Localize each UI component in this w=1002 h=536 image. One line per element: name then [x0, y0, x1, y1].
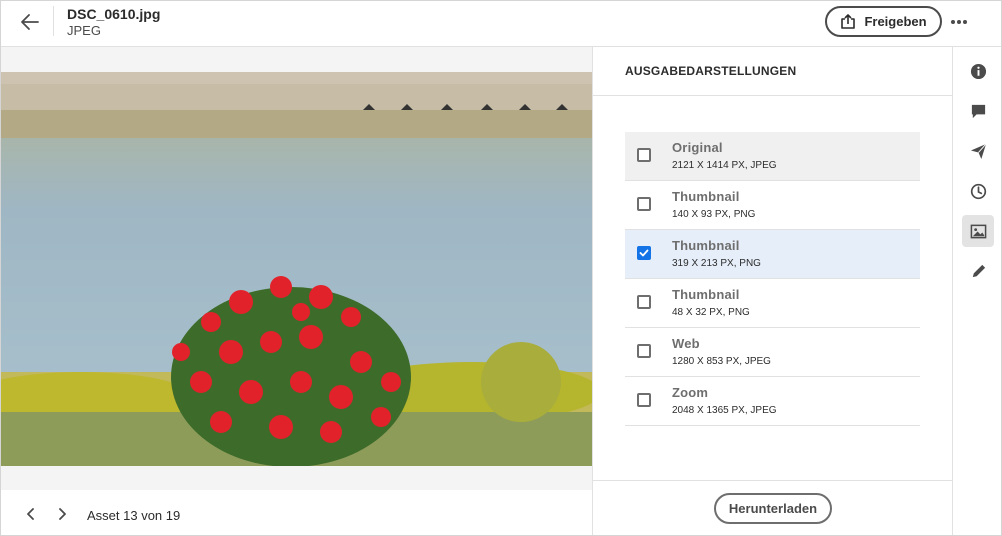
- panel-title: AUSGABEDARSTELLUNGEN: [625, 64, 797, 78]
- share-button[interactable]: Freigeben: [825, 6, 942, 37]
- back-button[interactable]: [13, 7, 47, 37]
- checkmark-icon: [639, 249, 649, 257]
- rendition-row[interactable]: Original 2121 X 1414 PX, JPEG: [625, 132, 920, 181]
- asset-preview: [1, 47, 592, 490]
- rendition-checkbox[interactable]: [637, 148, 651, 162]
- rendition-name: Web: [672, 336, 700, 351]
- asset-image[interactable]: [1, 72, 592, 466]
- file-name: DSC_0610.jpg: [67, 6, 161, 22]
- share-icon: [841, 13, 856, 29]
- next-asset-button[interactable]: [52, 504, 72, 524]
- arrow-left-icon: [21, 14, 39, 30]
- rail-edit-button[interactable]: [962, 255, 994, 287]
- renditions-image-icon: [970, 224, 986, 238]
- rendition-name: Thumbnail: [672, 238, 740, 253]
- rendition-row[interactable]: Thumbnail 319 X 213 PX, PNG: [625, 230, 920, 279]
- rendition-checkbox[interactable]: [637, 295, 651, 309]
- rendition-name: Thumbnail: [672, 189, 740, 204]
- rendition-checkbox[interactable]: [637, 344, 651, 358]
- rail-send-button[interactable]: [962, 135, 994, 167]
- rail-history-button[interactable]: [962, 175, 994, 207]
- asset-counter: Asset 13 von 19: [87, 508, 181, 523]
- header-divider: [53, 6, 54, 36]
- rendition-details: 2048 X 1365 PX, JPEG: [672, 405, 777, 416]
- edit-pencil-icon: [972, 264, 985, 277]
- rail-info-button[interactable]: [962, 55, 994, 87]
- download-button[interactable]: Herunterladen: [714, 493, 832, 524]
- panel-divider: [592, 47, 593, 535]
- previous-asset-button[interactable]: [21, 504, 41, 524]
- header-bar: DSC_0610.jpg JPEG Freigeben: [1, 1, 1001, 47]
- rendition-checkbox[interactable]: [637, 246, 651, 260]
- rendition-details: 48 X 32 PX, PNG: [672, 307, 750, 318]
- rendition-details: 1280 X 853 PX, JPEG: [672, 356, 771, 367]
- file-type: JPEG: [67, 23, 101, 38]
- rendition-details: 140 X 93 PX, PNG: [672, 209, 756, 220]
- rendition-checkbox[interactable]: [637, 197, 651, 211]
- asset-navigation: Asset 13 von 19: [1, 490, 592, 535]
- rendition-row[interactable]: Web 1280 X 853 PX, JPEG: [625, 328, 920, 377]
- panel-title-divider: [593, 95, 952, 96]
- chevron-left-icon: [27, 508, 34, 520]
- rendition-details: 319 X 213 PX, PNG: [672, 258, 761, 269]
- info-icon: [970, 63, 986, 79]
- rendition-row[interactable]: Thumbnail 140 X 93 PX, PNG: [625, 181, 920, 230]
- rendition-name: Thumbnail: [672, 287, 740, 302]
- share-label: Freigeben: [864, 14, 927, 29]
- rail-comments-button[interactable]: [962, 95, 994, 127]
- rail-renditions-button[interactable]: [962, 215, 994, 247]
- comment-icon: [971, 104, 985, 118]
- more-horizontal-icon: [951, 20, 967, 24]
- more-actions-button[interactable]: [945, 11, 973, 33]
- rail-divider: [952, 47, 953, 535]
- rendition-details: 2121 X 1414 PX, JPEG: [672, 160, 777, 171]
- chevron-right-icon: [59, 508, 66, 520]
- rendition-name: Zoom: [672, 385, 709, 400]
- renditions-list: Original 2121 X 1414 PX, JPEG Thumbnail …: [625, 132, 920, 426]
- panel-footer-divider: [593, 480, 952, 481]
- rendition-checkbox[interactable]: [637, 393, 651, 407]
- rendition-row[interactable]: Zoom 2048 X 1365 PX, JPEG: [625, 377, 920, 426]
- send-icon: [970, 143, 986, 159]
- rendition-name: Original: [672, 140, 723, 155]
- rendition-row[interactable]: Thumbnail 48 X 32 PX, PNG: [625, 279, 920, 328]
- history-clock-icon: [970, 183, 986, 199]
